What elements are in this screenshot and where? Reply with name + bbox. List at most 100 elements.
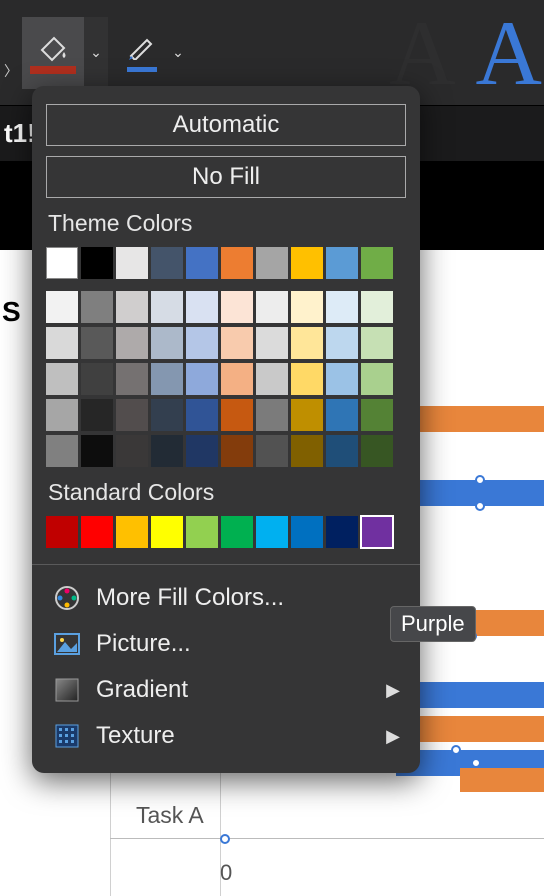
chart-bar[interactable]: [460, 768, 544, 792]
standard-color-swatch[interactable]: [256, 516, 288, 548]
theme-color-swatch[interactable]: [291, 399, 323, 431]
chart-bar[interactable]: [420, 480, 544, 506]
outline-color-swatch: [127, 67, 157, 72]
theme-color-swatch[interactable]: [256, 435, 288, 467]
submenu-arrow-icon: ▶: [386, 726, 400, 747]
theme-color-swatch[interactable]: [221, 435, 253, 467]
outline-color-button[interactable]: [118, 17, 166, 89]
theme-color-swatch[interactable]: [186, 363, 218, 395]
theme-color-swatch[interactable]: [116, 327, 148, 359]
theme-tint-row: [46, 363, 406, 395]
standard-color-swatch[interactable]: [186, 516, 218, 548]
standard-color-swatch[interactable]: [46, 516, 78, 548]
theme-color-swatch[interactable]: [361, 435, 393, 467]
theme-color-swatch[interactable]: [151, 435, 183, 467]
theme-color-swatch[interactable]: [361, 291, 393, 323]
theme-color-swatch[interactable]: [326, 247, 358, 279]
theme-color-swatch[interactable]: [291, 247, 323, 279]
more-fill-colors-item[interactable]: More Fill Colors...: [46, 575, 406, 621]
theme-color-swatch[interactable]: [221, 363, 253, 395]
chevron-left-icon[interactable]: 〉: [4, 61, 18, 81]
theme-color-swatch[interactable]: [151, 291, 183, 323]
theme-color-swatch[interactable]: [151, 247, 183, 279]
theme-color-swatch[interactable]: [116, 399, 148, 431]
gradient-fill-item[interactable]: Gradient ▶: [46, 667, 406, 713]
theme-color-swatch[interactable]: [326, 291, 358, 323]
theme-color-swatch[interactable]: [221, 327, 253, 359]
theme-color-swatch[interactable]: [46, 327, 78, 359]
color-tooltip: Purple: [390, 606, 476, 642]
theme-color-swatch[interactable]: [46, 399, 78, 431]
theme-color-swatch[interactable]: [151, 327, 183, 359]
theme-color-swatch[interactable]: [116, 291, 148, 323]
theme-color-swatch[interactable]: [291, 435, 323, 467]
theme-color-swatch[interactable]: [46, 363, 78, 395]
theme-color-swatch[interactable]: [81, 399, 113, 431]
picture-fill-item[interactable]: Picture...: [46, 621, 406, 667]
theme-color-swatch[interactable]: [186, 327, 218, 359]
theme-color-swatch[interactable]: [256, 291, 288, 323]
standard-color-swatch[interactable]: [221, 516, 253, 548]
theme-color-swatch[interactable]: [151, 363, 183, 395]
fill-color-button[interactable]: [22, 17, 84, 89]
theme-color-swatch[interactable]: [361, 327, 393, 359]
theme-color-swatch[interactable]: [256, 399, 288, 431]
theme-color-swatch[interactable]: [46, 435, 78, 467]
no-fill-button[interactable]: No Fill: [46, 156, 406, 198]
gradient-icon: [52, 675, 82, 705]
standard-color-swatch[interactable]: [326, 516, 358, 548]
theme-color-swatch[interactable]: [81, 363, 113, 395]
theme-color-swatch[interactable]: [186, 399, 218, 431]
theme-color-swatch[interactable]: [326, 435, 358, 467]
standard-color-swatch[interactable]: [291, 516, 323, 548]
theme-color-swatch[interactable]: [46, 291, 78, 323]
theme-color-swatch[interactable]: [186, 247, 218, 279]
theme-color-swatch[interactable]: [326, 363, 358, 395]
theme-color-swatch[interactable]: [291, 291, 323, 323]
theme-color-swatch[interactable]: [221, 291, 253, 323]
theme-color-swatch[interactable]: [81, 435, 113, 467]
texture-fill-item[interactable]: Texture ▶: [46, 713, 406, 759]
theme-color-swatch[interactable]: [291, 327, 323, 359]
theme-color-swatch[interactable]: [256, 363, 288, 395]
theme-color-swatch[interactable]: [116, 363, 148, 395]
theme-color-swatch[interactable]: [256, 247, 288, 279]
theme-color-swatch[interactable]: [186, 291, 218, 323]
theme-color-swatch[interactable]: [221, 247, 253, 279]
menu-item-label: Texture: [96, 722, 175, 750]
standard-color-swatch[interactable]: [116, 516, 148, 548]
theme-color-swatch[interactable]: [186, 435, 218, 467]
theme-color-swatch[interactable]: [361, 247, 393, 279]
theme-color-swatch[interactable]: [151, 399, 183, 431]
fill-color-panel: Automatic No Fill Theme Colors Standard …: [32, 86, 420, 773]
theme-color-swatch[interactable]: [361, 399, 393, 431]
theme-color-swatch[interactable]: [116, 247, 148, 279]
outline-color-split-button: ⌄: [118, 17, 190, 89]
style-a-blue[interactable]: A: [476, 0, 542, 106]
theme-color-swatch[interactable]: [326, 327, 358, 359]
theme-color-swatch[interactable]: [291, 363, 323, 395]
automatic-button[interactable]: Automatic: [46, 104, 406, 146]
menu-item-label: Picture...: [96, 630, 191, 658]
fill-color-split-button: ⌄: [22, 17, 108, 89]
chart-bar[interactable]: [400, 406, 544, 432]
theme-color-swatch[interactable]: [81, 327, 113, 359]
standard-color-swatch[interactable]: [81, 516, 113, 548]
standard-color-swatch[interactable]: [361, 516, 393, 548]
standard-color-swatch[interactable]: [151, 516, 183, 548]
theme-color-swatch[interactable]: [256, 327, 288, 359]
fill-color-dropdown[interactable]: ⌄: [84, 17, 108, 89]
theme-color-swatch[interactable]: [116, 435, 148, 467]
outline-color-dropdown[interactable]: ⌄: [166, 17, 190, 89]
theme-color-swatch[interactable]: [221, 399, 253, 431]
theme-tint-row: [46, 399, 406, 431]
theme-color-swatch[interactable]: [81, 291, 113, 323]
theme-color-swatch[interactable]: [81, 247, 113, 279]
theme-color-swatch[interactable]: [361, 363, 393, 395]
theme-color-swatch[interactable]: [326, 399, 358, 431]
texture-icon: [52, 721, 82, 751]
theme-colors-label: Theme Colors: [48, 210, 406, 237]
theme-color-swatch[interactable]: [46, 247, 78, 279]
task-a-label: Task A: [136, 802, 204, 829]
theme-colors-row: [46, 247, 406, 279]
